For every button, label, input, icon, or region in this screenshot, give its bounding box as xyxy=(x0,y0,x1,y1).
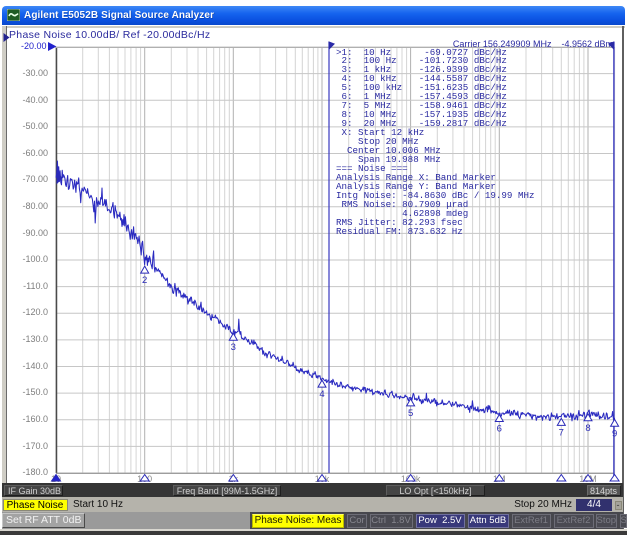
svg-text:5: 5 xyxy=(407,408,412,419)
svg-text:3: 3 xyxy=(230,342,235,353)
svg-text:8: 8 xyxy=(585,422,590,433)
svg-text:4: 4 xyxy=(319,389,324,400)
svg-text:7: 7 xyxy=(558,427,563,438)
svg-text:9: 9 xyxy=(611,428,616,439)
svg-text:2: 2 xyxy=(142,275,147,286)
svg-text:6: 6 xyxy=(496,423,501,434)
